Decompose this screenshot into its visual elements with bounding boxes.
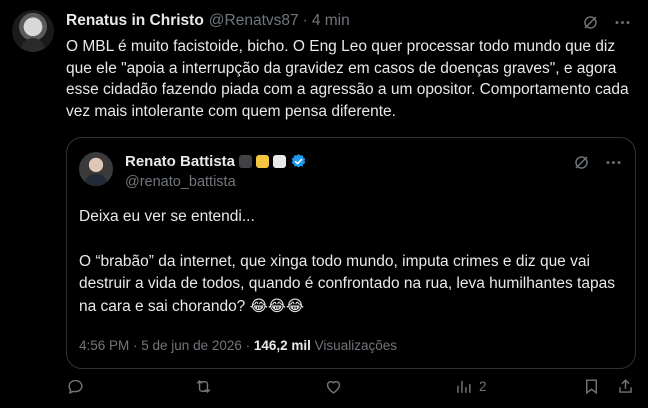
yellow-square-emoji (256, 155, 270, 168)
post-time[interactable]: 4 min (312, 12, 350, 30)
retweet-icon (196, 379, 211, 394)
like-icon (326, 380, 341, 394)
grok-icon[interactable] (571, 152, 591, 172)
post-header: Renatus in Christo @Renatvs87 · 4 min (66, 12, 350, 30)
retweet-button[interactable] (194, 377, 213, 396)
author-name[interactable]: Renatus in Christo (66, 12, 204, 30)
white-square-emoji (273, 155, 287, 168)
quoted-author-handle[interactable]: @renato_battista (125, 174, 236, 190)
quoted-author-name[interactable]: Renato Battista (125, 153, 235, 170)
quoted-views-label: Visualizações (310, 338, 397, 353)
grok-icon[interactable] (580, 12, 600, 32)
share-button[interactable] (616, 377, 635, 396)
like-button[interactable] (324, 377, 343, 396)
views-icon (457, 380, 471, 393)
quoted-meta: 4:56 PM · 5 de jun de 2026 · 146,2 mil V… (79, 338, 397, 353)
reply-button[interactable] (66, 377, 85, 396)
more-icon[interactable] (612, 12, 632, 32)
quoted-views-count: 146,2 mil (253, 338, 311, 353)
quoted-timestamp[interactable]: 4:56 PM · 5 de jun de 2026 · (79, 338, 254, 353)
quoted-author-avatar[interactable] (79, 152, 113, 186)
bookmark-icon (586, 379, 597, 395)
quoted-top-icons (571, 152, 623, 172)
bookmark-button[interactable] (582, 377, 601, 396)
dark-square-emoji (239, 155, 253, 168)
header-separator: · (302, 12, 308, 29)
reply-icon (68, 379, 83, 395)
quoted-name-row: Renato Battista (125, 153, 307, 170)
post-text: O MBL é muito facistoide, bicho. O Eng L… (66, 38, 629, 120)
views-button[interactable]: 2 (454, 377, 487, 396)
post-actions: 2 (66, 377, 636, 401)
post-top-icons (580, 12, 632, 32)
more-icon[interactable] (603, 152, 623, 172)
views-count: 2 (479, 379, 487, 394)
quoted-post[interactable]: Renato Battista @renato_battista Deixa e… (66, 137, 636, 369)
quoted-paragraph-2: O “brabão” da internet, que xinga todo m… (79, 252, 615, 315)
quoted-paragraph-1: Deixa eu ver se entendi... (79, 208, 255, 225)
author-avatar[interactable] (12, 10, 54, 52)
quoted-text: Deixa eu ver se entendi... O “brabão” da… (79, 206, 627, 340)
verified-badge-icon (291, 154, 306, 168)
author-handle[interactable]: @Renatvs87 (209, 12, 299, 30)
share-icon (619, 379, 632, 393)
